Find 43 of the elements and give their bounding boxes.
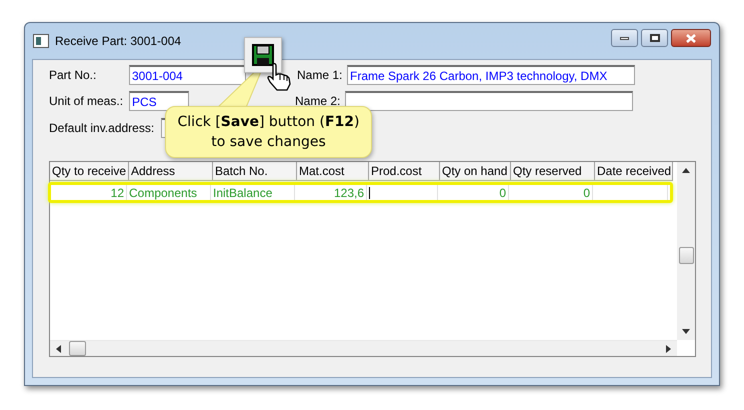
column-header[interactable]: Date received	[595, 162, 673, 181]
input-field[interactable]: 3001-004	[129, 65, 246, 85]
maximize-button[interactable]	[641, 29, 668, 47]
table-cell: InitBalance	[211, 185, 295, 200]
window-title: Receive Part: 3001-004	[55, 33, 182, 50]
input-field[interactable]: PCS	[129, 91, 189, 111]
column-header[interactable]: Qty reserved	[511, 162, 595, 181]
scroll-up-icon	[682, 168, 690, 173]
horizontal-scrollbar[interactable]	[50, 340, 677, 356]
save-button[interactable]	[244, 37, 282, 73]
app-icon	[33, 34, 49, 48]
field-label: Part No.:	[49, 67, 98, 84]
vertical-scrollbar[interactable]	[677, 162, 695, 340]
table-cell: 123,6	[295, 185, 367, 200]
field-label: Name 2:	[295, 93, 342, 110]
save-icon	[252, 44, 274, 66]
table-cell: 0	[438, 185, 509, 200]
scroll-thumb[interactable]	[69, 341, 86, 356]
field-label: Default inv.address:	[49, 120, 156, 137]
table-cell: 12	[51, 185, 127, 200]
input-field[interactable]: Frame Spark 26 Carbon, IMP3 technology, DMX	[347, 65, 635, 85]
field-label: Unit of meas.:	[49, 93, 124, 110]
scroll-right-icon	[666, 344, 671, 352]
scroll-left-icon	[56, 344, 61, 352]
input-field[interactable]	[345, 91, 633, 111]
scroll-thumb[interactable]	[678, 247, 694, 264]
close-icon	[686, 34, 696, 42]
column-header[interactable]: Mat.cost	[297, 162, 369, 181]
minimize-button[interactable]	[611, 29, 638, 47]
column-header[interactable]: Qty on hand	[440, 162, 511, 181]
column-header[interactable]: Prod.cost	[369, 162, 440, 181]
column-header[interactable]: Batch No.	[213, 162, 297, 181]
column-header[interactable]: Address	[129, 162, 213, 181]
callout-text: Click [Save] button (F12)	[178, 113, 360, 132]
table-row[interactable]: 12 Components InitBalance 123,6 0 0	[48, 182, 673, 203]
column-header[interactable]: Qty to receive	[50, 162, 129, 181]
table-cell: 0	[509, 185, 593, 200]
callout-text: to save changes	[211, 133, 326, 152]
close-button[interactable]	[671, 29, 711, 47]
text-cursor	[369, 186, 370, 198]
table-cell: Components	[127, 185, 211, 200]
scroll-down-icon	[682, 329, 690, 334]
field-label: Name 1:	[297, 67, 344, 84]
